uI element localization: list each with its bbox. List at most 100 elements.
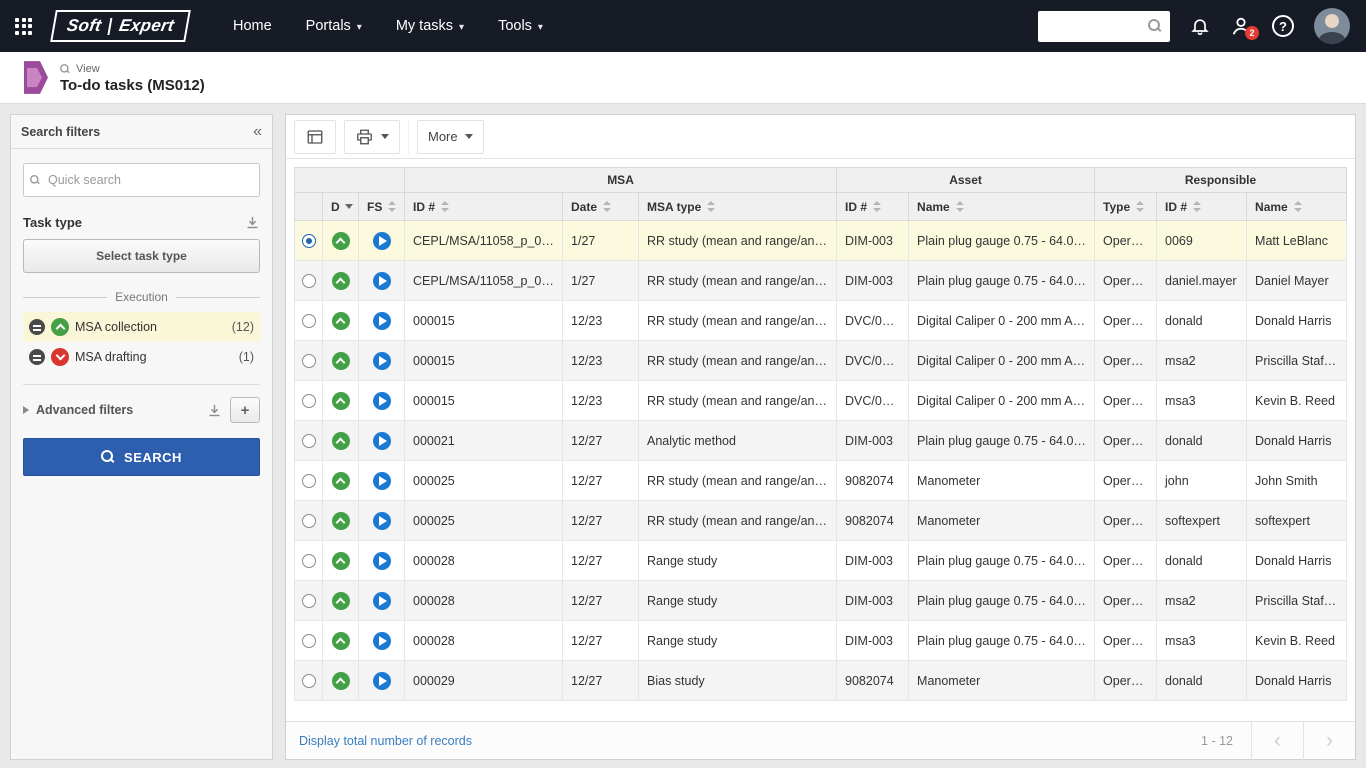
pending-tasks-button[interactable]: 2 [1230, 15, 1252, 37]
table-row[interactable]: CEPL/MSA/11058_p_02_2 1/27 RR study (mea… [295, 221, 1347, 261]
cell-asset-id: 9082074 [837, 661, 909, 701]
cell-resp-type: Operator [1095, 261, 1157, 301]
cell-asset-id: DIM-003 [837, 581, 909, 621]
notifications-button[interactable] [1190, 16, 1210, 36]
column-header-resp-type[interactable]: Type [1095, 193, 1157, 221]
deadline-up-icon [332, 632, 350, 650]
more-dropdown-caret-icon [465, 134, 473, 139]
column-header-asset-name[interactable]: Name [909, 193, 1095, 221]
row-select-radio[interactable] [302, 394, 316, 408]
cell-msa-type: RR study (mean and range/anova) [639, 501, 837, 541]
help-button[interactable] [1272, 15, 1294, 37]
table-row[interactable]: 000015 12/23 RR study (mean and range/an… [295, 301, 1347, 341]
deadline-up-icon [332, 392, 350, 410]
execute-task-play-icon[interactable] [373, 512, 391, 530]
pin-filter-button[interactable] [245, 215, 260, 230]
filter-count: (1) [239, 350, 254, 364]
row-select-radio[interactable] [302, 474, 316, 488]
cell-date: 1/27 [563, 261, 639, 301]
quick-search-input[interactable] [48, 173, 253, 187]
nav-home[interactable]: Home [216, 0, 289, 52]
table-row[interactable]: 000028 12/27 Range study DIM-003 Plain p… [295, 541, 1347, 581]
execute-task-play-icon[interactable] [373, 632, 391, 650]
table-row[interactable]: CEPL/MSA/11058_p_02_2 1/27 RR study (mea… [295, 261, 1347, 301]
previous-page-button[interactable] [1251, 722, 1303, 760]
sort-icon [388, 201, 396, 212]
collapse-sidebar-button[interactable] [253, 124, 262, 140]
row-select-radio[interactable] [302, 514, 316, 528]
row-select-radio[interactable] [302, 634, 316, 648]
row-select-radio[interactable] [302, 274, 316, 288]
row-select-radio[interactable] [302, 594, 316, 608]
cell-asset-name: Plain plug gauge 0.75 - 64.0 mm [909, 421, 1095, 461]
table-row[interactable]: 000028 12/27 Range study DIM-003 Plain p… [295, 621, 1347, 661]
cell-msa-id: 000015 [405, 341, 563, 381]
execute-task-play-icon[interactable] [373, 312, 391, 330]
column-header-asset-id[interactable]: ID # [837, 193, 909, 221]
page-header: View To-do tasks (MS012) [0, 52, 1366, 104]
softexpert-logo[interactable]: Soft Expert [50, 10, 191, 42]
select-task-type-button[interactable]: Select task type [23, 239, 260, 273]
sort-icon [873, 201, 881, 212]
execute-task-play-icon[interactable] [373, 552, 391, 570]
column-header-msa-type[interactable]: MSA type [639, 193, 837, 221]
add-filter-button[interactable] [230, 397, 260, 423]
execute-task-play-icon[interactable] [373, 432, 391, 450]
table-row[interactable]: 000028 12/27 Range study DIM-003 Plain p… [295, 581, 1347, 621]
sort-icon [956, 201, 964, 212]
table-row[interactable]: 000015 12/23 RR study (mean and range/an… [295, 381, 1347, 421]
table-row[interactable]: 000015 12/23 RR study (mean and range/an… [295, 341, 1347, 381]
more-button[interactable]: More [417, 120, 484, 154]
table-row[interactable]: 000021 12/27 Analytic method DIM-003 Pla… [295, 421, 1347, 461]
print-button[interactable] [344, 120, 400, 154]
column-header-fs[interactable]: FS [359, 193, 405, 221]
filter-msa-collection[interactable]: MSA collection (12) [23, 312, 260, 342]
column-header-d[interactable]: D [323, 193, 359, 221]
nav-my-tasks[interactable]: My tasks [379, 0, 481, 52]
filter-msa-drafting[interactable]: MSA drafting (1) [23, 342, 260, 372]
row-select-radio[interactable] [302, 354, 316, 368]
table-row[interactable]: 000025 12/27 RR study (mean and range/an… [295, 501, 1347, 541]
row-select-radio[interactable] [302, 554, 316, 568]
view-records-button[interactable] [294, 120, 336, 154]
apps-grid-button[interactable] [0, 0, 47, 52]
table-row[interactable]: 000025 12/27 RR study (mean and range/an… [295, 461, 1347, 501]
row-select-radio[interactable] [302, 674, 316, 688]
execute-task-play-icon[interactable] [373, 392, 391, 410]
nav-tools[interactable]: Tools [481, 0, 560, 52]
tasks-table: MSA Asset Responsible D FS ID # Date MSA… [294, 167, 1347, 701]
pin-advanced-button[interactable] [207, 403, 222, 418]
column-header-msa-id[interactable]: ID # [405, 193, 563, 221]
cell-asset-id: DVC/0853 [837, 301, 909, 341]
execute-task-play-icon[interactable] [373, 672, 391, 690]
cell-asset-name: Manometer [909, 501, 1095, 541]
cell-resp-name: Priscilla Staffsen [1247, 581, 1347, 621]
execute-task-play-icon[interactable] [373, 272, 391, 290]
column-header-resp-name[interactable]: Name [1247, 193, 1347, 221]
next-page-button[interactable] [1303, 722, 1355, 760]
deadline-up-icon [332, 552, 350, 570]
column-header-date[interactable]: Date [563, 193, 639, 221]
advanced-filters-toggle[interactable]: Advanced filters [23, 397, 260, 423]
nav-portals[interactable]: Portals [289, 0, 379, 52]
execute-task-play-icon[interactable] [373, 592, 391, 610]
execute-task-play-icon[interactable] [373, 352, 391, 370]
execute-task-play-icon[interactable] [373, 472, 391, 490]
cell-msa-type: RR study (mean and range/anova) [639, 301, 837, 341]
display-total-records-link[interactable]: Display total number of records [286, 734, 472, 748]
execute-task-play-icon[interactable] [373, 232, 391, 250]
row-select-radio[interactable] [302, 434, 316, 448]
table-row[interactable]: 000029 12/27 Bias study 9082074 Manomete… [295, 661, 1347, 701]
sort-icon [1136, 201, 1144, 212]
cell-asset-name: Manometer [909, 661, 1095, 701]
cell-date: 12/27 [563, 661, 639, 701]
row-select-radio[interactable] [302, 234, 316, 248]
sort-icon [441, 201, 449, 212]
row-select-radio[interactable] [302, 314, 316, 328]
sort-icon [603, 201, 611, 212]
user-avatar[interactable] [1314, 8, 1350, 44]
global-search-input[interactable] [1046, 19, 1148, 34]
execution-status-icon [29, 349, 45, 365]
search-button[interactable]: SEARCH [23, 438, 260, 476]
column-header-resp-id[interactable]: ID # [1157, 193, 1247, 221]
